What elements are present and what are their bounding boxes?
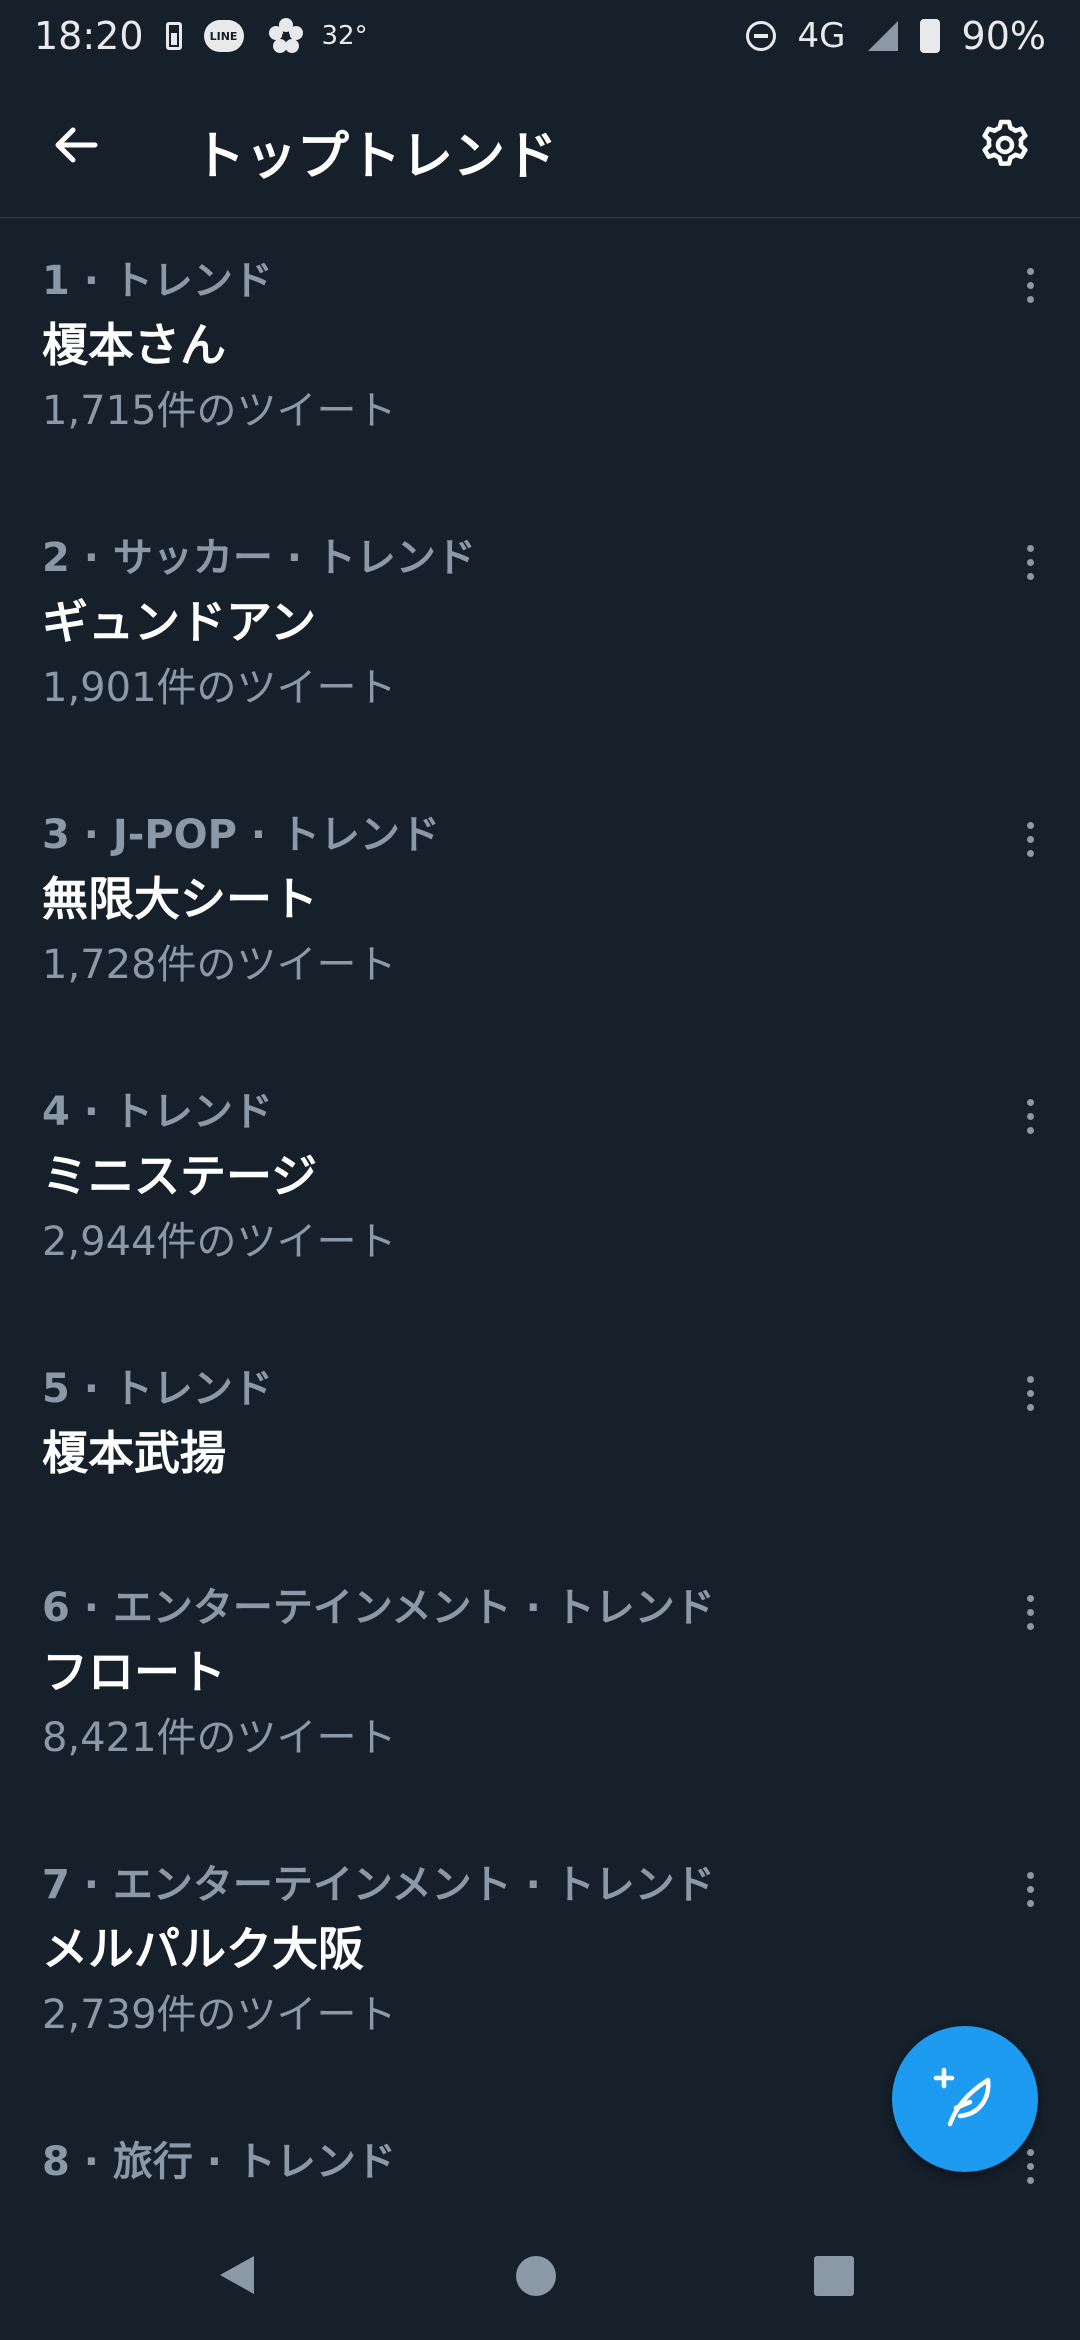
trend-name: メルパルク大阪 <box>42 1922 364 1976</box>
trend-item[interactable]: 2 · サッカー · トレンド ギュンドアン 1,901件のツイート <box>0 496 1080 773</box>
vertical-dots-icon <box>1026 1098 1034 1106</box>
top-app-bar: トップトレンド <box>0 72 1080 218</box>
page-title: トップトレンド <box>193 127 558 187</box>
trend-item[interactable]: 3 · J-POP · トレンド 無限大シート 1,728件のツイート <box>0 773 1080 1050</box>
trend-name: 無限大シート <box>42 872 318 926</box>
vertical-dots-icon <box>1026 544 1034 552</box>
trend-more-button[interactable] <box>1008 1859 1052 1919</box>
nav-recents-icon[interactable] <box>814 2256 854 2296</box>
vertical-dots-icon <box>1026 1871 1034 1879</box>
status-right: 4G 90% <box>745 14 1046 58</box>
trend-more-button[interactable] <box>1008 532 1052 592</box>
battery-level: 90% <box>961 14 1046 58</box>
do-not-disturb-icon <box>745 21 776 51</box>
trend-item[interactable]: 4 · トレンド ミニステージ 2,944件のツイート <box>0 1050 1080 1327</box>
feather-plus-icon <box>933 2067 991 2127</box>
trend-tweet-count: 2,739件のツイート <box>42 1992 397 2038</box>
trend-tweet-count: 1,901件のツイート <box>42 665 397 711</box>
vertical-dots-icon <box>1026 267 1034 275</box>
trend-name: ミニステージ <box>42 1149 318 1203</box>
trend-meta: 4 · トレンド <box>42 1089 273 1135</box>
status-time: 18:20 <box>34 14 144 58</box>
trend-tweet-count: 1,715件のツイート <box>42 388 397 434</box>
vertical-dots-icon <box>1026 821 1034 829</box>
trend-meta: 2 · サッカー · トレンド <box>42 535 476 581</box>
trend-meta: 1 · トレンド <box>42 258 273 304</box>
trend-name: 榎本さん <box>42 318 226 372</box>
network-type: 4G <box>797 16 846 56</box>
vertical-dots-icon <box>1026 2148 1034 2156</box>
vertical-dots-icon <box>1026 1594 1034 1602</box>
trend-more-button[interactable] <box>1008 1363 1052 1423</box>
sakura-icon <box>266 16 306 56</box>
trend-meta: 5 · トレンド <box>42 1366 273 1412</box>
trend-item[interactable]: 5 · トレンド 榎本武揚 <box>0 1327 1080 1546</box>
trend-item[interactable]: 6 · エンターテインメント · トレンド フロート 8,421件のツイート <box>0 1546 1080 1823</box>
trend-tweet-count: 2,944件のツイート <box>42 1219 397 1265</box>
trend-tweet-count: 8,421件のツイート <box>42 1715 397 1761</box>
signal-icon <box>867 21 898 51</box>
trend-name: 榎本武揚 <box>42 1426 226 1480</box>
status-bar: 18:20 LINE 32° 4G 90% <box>0 0 1080 72</box>
back-button[interactable] <box>40 110 110 180</box>
battery-saver-icon <box>165 22 182 50</box>
trend-more-button[interactable] <box>1008 1086 1052 1146</box>
line-app-icon: LINE <box>203 20 244 52</box>
trend-name: フロート <box>42 1645 226 1699</box>
trend-more-button[interactable] <box>1008 809 1052 869</box>
status-temperature: 32° <box>321 21 368 51</box>
trend-list: 1 · トレンド 榎本さん 1,715件のツイート 2 · サッカー · トレン… <box>0 219 1080 2220</box>
trend-meta: 7 · エンターテインメント · トレンド <box>42 1862 715 1908</box>
nav-home-icon[interactable] <box>516 2256 556 2296</box>
trend-tweet-count: 1,728件のツイート <box>42 942 397 988</box>
arrow-left-icon <box>55 127 98 163</box>
nav-back-icon[interactable] <box>214 2252 258 2298</box>
trend-meta: 3 · J-POP · トレンド <box>42 812 441 858</box>
vertical-dots-icon <box>1026 1375 1034 1383</box>
line-app-label: LINE <box>203 20 244 52</box>
trend-more-button[interactable] <box>1008 255 1052 315</box>
trend-item[interactable]: 1 · トレンド 榎本さん 1,715件のツイート <box>0 219 1080 496</box>
trend-meta: 6 · エンターテインメント · トレンド <box>42 1585 715 1631</box>
trend-more-button[interactable] <box>1008 1582 1052 1642</box>
system-navigation-bar <box>0 2210 1080 2340</box>
trend-meta: 8 · 旅行 · トレンド <box>42 2139 396 2185</box>
trend-name: ギュンドアン <box>42 595 317 649</box>
compose-tweet-button[interactable] <box>892 2026 1038 2172</box>
status-left: 18:20 LINE 32° <box>34 14 368 58</box>
settings-button[interactable] <box>970 110 1040 180</box>
gear-icon <box>982 119 1028 166</box>
battery-icon <box>919 19 940 53</box>
